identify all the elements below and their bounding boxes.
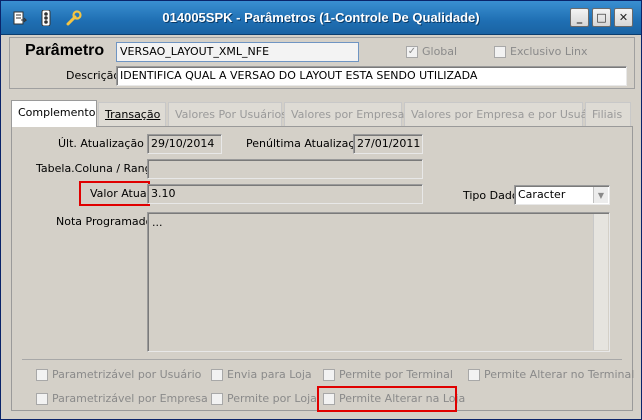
tabela-coluna-field[interactable] — [147, 159, 423, 179]
chevron-down-icon[interactable]: ▼ — [593, 187, 608, 203]
checkbox-box[interactable] — [211, 368, 223, 381]
global-checkbox-label: Global — [422, 45, 458, 58]
global-checkbox[interactable]: ✓ Global — [406, 45, 457, 58]
valor-atual-field[interactable]: 3.10 — [147, 184, 423, 204]
window-title: 014005SPK - Parâmetros (1-Controle De Qu… — [162, 10, 480, 25]
checkbox-box[interactable] — [468, 368, 480, 381]
descricao-label: Descrição — [66, 69, 121, 82]
checkbox-box[interactable] — [323, 368, 335, 381]
ult-atualizacao-field[interactable]: 29/10/2014 — [147, 134, 222, 154]
parametrizavel-empresa-checkbox[interactable]: Parametrizável por Empresa — [36, 392, 208, 405]
descricao-field[interactable]: IDENTIFICA QUAL A VERSAO DO LAYOUT ESTA … — [116, 66, 627, 86]
nota-programador-text: ... — [152, 216, 163, 229]
complemento-panel: Últ. Atualização 29/10/2014 Penúltima At… — [11, 126, 634, 412]
parameter-name-field[interactable]: VERSAO_LAYOUT_XML_NFE — [116, 42, 359, 62]
global-checkbox-box[interactable]: ✓ — [406, 45, 418, 58]
title-bar: 014005SPK - Parâmetros (1-Controle De Qu… — [1, 1, 641, 35]
tab-valores-por-empresa-e-usuario[interactable]: Valores por Empresa e por Usuário — [404, 102, 602, 126]
tipo-dado-select[interactable]: Caracter ▼ — [514, 185, 610, 205]
penultima-atualizacao-label: Penúltima Atualização — [246, 137, 368, 150]
tab-complemento[interactable]: Complemento — [11, 100, 97, 127]
exclusivo-linx-checkbox-box[interactable] — [494, 45, 506, 58]
exclusivo-linx-checkbox[interactable]: Exclusivo Linx — [494, 45, 588, 58]
tab-valores-por-usuarios[interactable]: Valores Por Usuários — [168, 102, 287, 126]
ult-atualizacao-label: Últ. Atualização — [58, 137, 144, 150]
close-button[interactable]: ✕ — [614, 8, 633, 27]
parametrizavel-usuario-checkbox[interactable]: Parametrizável por Usuário — [36, 368, 201, 381]
permite-por-terminal-checkbox[interactable]: Permite por Terminal — [323, 368, 453, 381]
exclusivo-linx-checkbox-label: Exclusivo Linx — [510, 45, 588, 58]
tab-valores-por-empresa[interactable]: Valores por Empresa — [284, 102, 404, 126]
tabela-coluna-label: Tabela.Coluna / Range — [36, 162, 159, 175]
penultima-atualizacao-field[interactable]: 27/01/2011 — [353, 134, 423, 154]
valor-atual-highlight — [79, 181, 150, 206]
tipo-dado-label: Tipo Dado — [463, 189, 519, 202]
options-divider — [22, 359, 622, 360]
checkbox-label: Parametrizável por Usuário — [52, 368, 202, 381]
permite-alterar-terminal-checkbox[interactable]: Permite Alterar no Terminal — [468, 368, 634, 381]
tipo-dado-value: Caracter — [518, 188, 566, 201]
maximize-button[interactable]: □ — [592, 8, 611, 27]
permite-por-loja-checkbox[interactable]: Permite por Loja — [211, 392, 317, 405]
permite-alterar-loja-highlight — [317, 386, 457, 412]
checkbox-label: Envia para Loja — [227, 368, 312, 381]
checkbox-label: Permite por Loja — [227, 392, 317, 405]
nota-programador-label: Nota Programador — [56, 215, 157, 228]
nota-programador-memo[interactable]: ... — [147, 212, 610, 352]
envia-para-loja-checkbox[interactable]: Envia para Loja — [211, 368, 312, 381]
checkbox-label: Parametrizável por Empresa — [52, 392, 208, 405]
checkbox-box[interactable] — [36, 392, 48, 405]
parametros-window: 014005SPK - Parâmetros (1-Controle De Qu… — [0, 0, 642, 420]
checkbox-label: Permite Alterar no Terminal — [484, 368, 635, 381]
parameter-header-panel: Parâmetro VERSAO_LAYOUT_XML_NFE ✓ Global… — [9, 37, 635, 89]
tab-filiais[interactable]: Filiais — [585, 102, 631, 126]
tab-transacao[interactable]: Transação — [98, 102, 166, 126]
checkbox-box[interactable] — [211, 392, 223, 405]
checkbox-box[interactable] — [36, 368, 48, 381]
parameter-label: Parâmetro — [25, 42, 105, 59]
minimize-button[interactable]: _ — [570, 8, 589, 27]
nota-scrollbar[interactable] — [593, 214, 608, 350]
checkbox-label: Permite por Terminal — [339, 368, 453, 381]
